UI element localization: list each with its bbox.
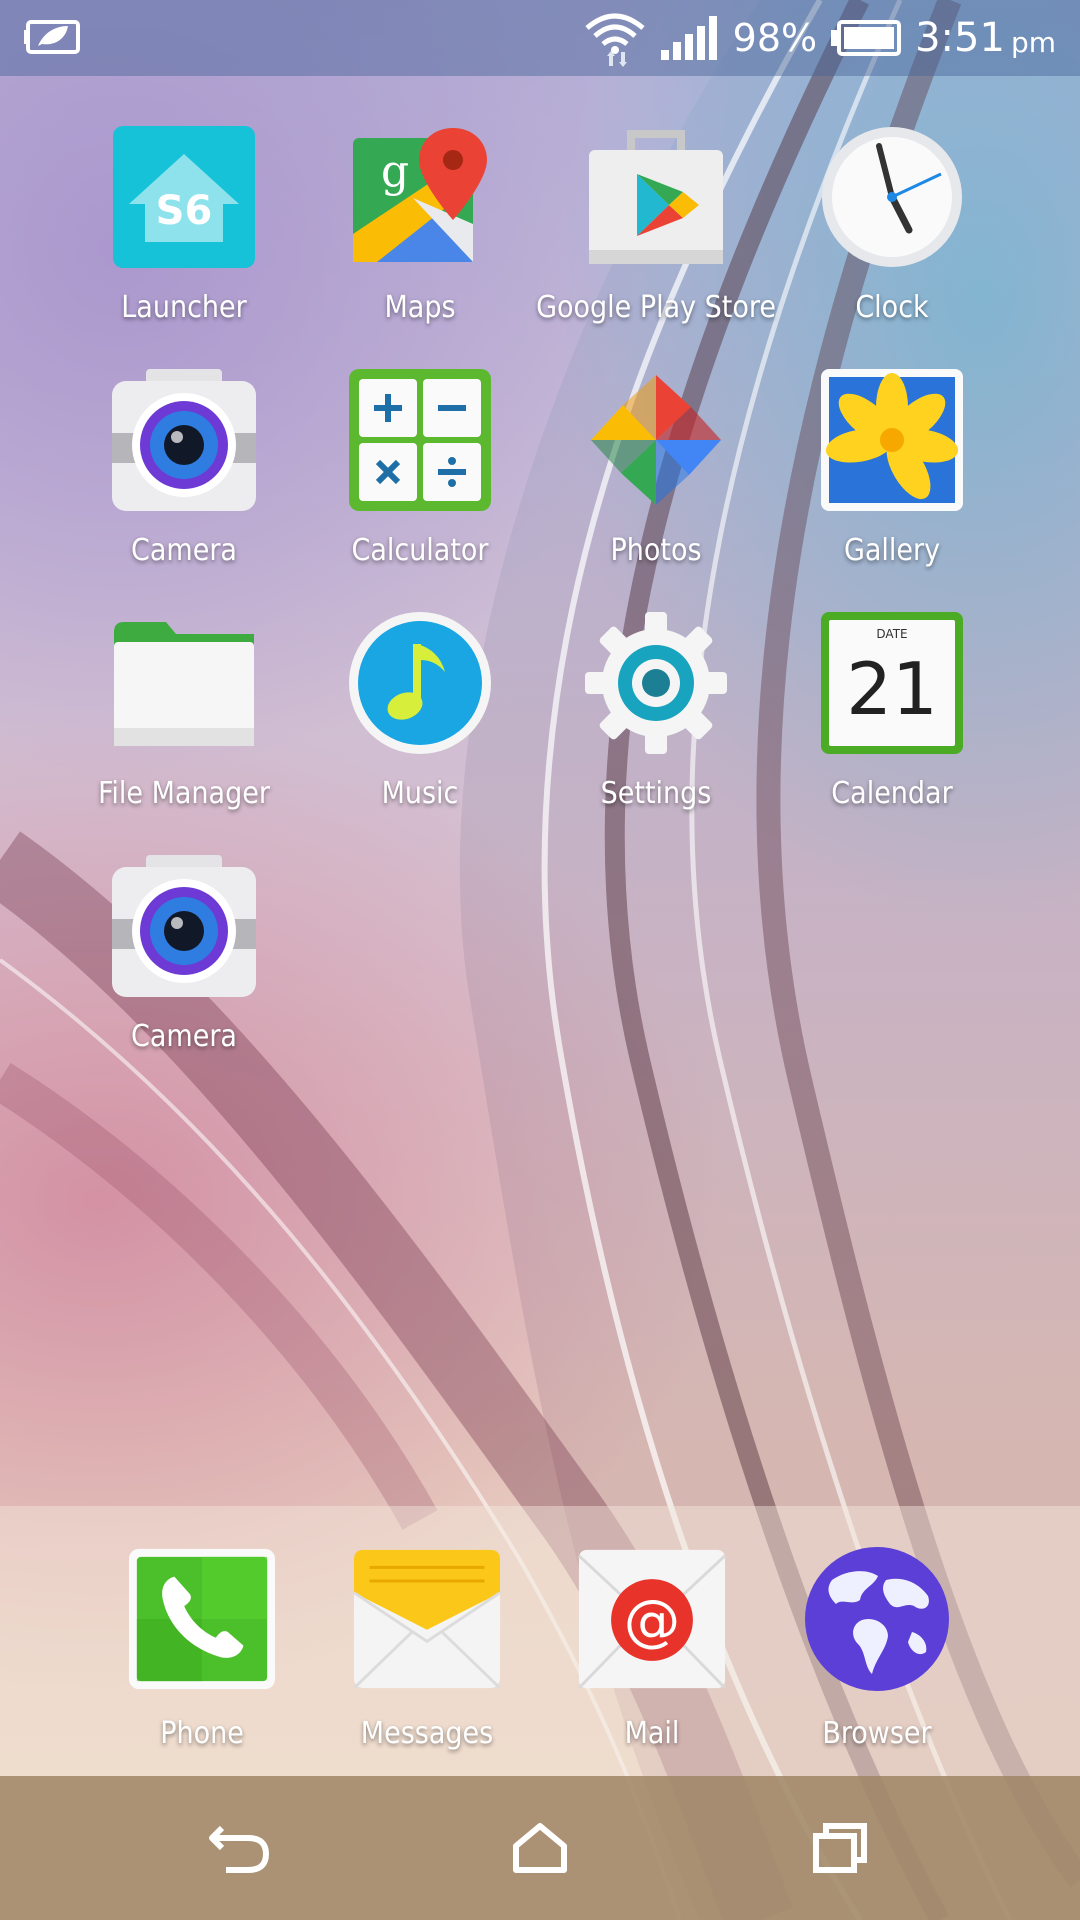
app-label: Camera	[131, 533, 237, 568]
app-file-manager[interactable]: File Manager	[66, 608, 302, 828]
clock-icon	[817, 122, 967, 272]
app-label: Photos	[610, 533, 702, 568]
app-music[interactable]: Music	[302, 608, 538, 828]
app-label: Google Play Store	[536, 290, 776, 325]
app-camera[interactable]: Camera	[66, 365, 302, 585]
clock-time: 3:51	[915, 15, 1005, 61]
launcher-icon-text: S6	[156, 188, 213, 234]
calendar-icon-day: 21	[846, 647, 938, 731]
signal-icon	[660, 16, 717, 60]
calendar-icon: DATE 21	[817, 608, 967, 758]
maps-icon: g	[345, 122, 495, 272]
calendar-icon-caption: DATE	[876, 627, 907, 641]
app-label: Browser	[822, 1716, 932, 1751]
home-icon	[513, 1823, 567, 1873]
dock: Phone Messages @ Mail Browser	[0, 1506, 1080, 1776]
photos-icon	[581, 365, 731, 515]
status-bar: 98% 3:51 pm	[0, 0, 1080, 76]
back-button[interactable]	[200, 1816, 280, 1880]
folder-icon	[109, 608, 259, 758]
mail-icon-at: @	[624, 1588, 680, 1653]
app-label: Maps	[384, 290, 456, 325]
app-label: Settings	[600, 776, 712, 811]
mail-icon: @	[577, 1544, 727, 1694]
app-label: Launcher	[121, 290, 247, 325]
app-gallery[interactable]: Gallery	[774, 365, 1010, 585]
recents-button[interactable]	[800, 1816, 880, 1880]
globe-icon	[802, 1544, 952, 1694]
phone-icon	[127, 1544, 277, 1694]
app-launcher[interactable]: S6 Launcher	[66, 122, 302, 342]
launcher-icon: S6	[109, 122, 259, 272]
music-icon	[345, 608, 495, 758]
svg-text:g: g	[381, 146, 409, 197]
camera-icon	[109, 365, 259, 515]
gallery-icon	[817, 365, 967, 515]
navigation-bar	[0, 1776, 1080, 1920]
app-play-store[interactable]: Google Play Store	[536, 122, 776, 342]
app-clock[interactable]: Clock	[774, 122, 1010, 342]
dock-phone[interactable]: Phone	[84, 1544, 320, 1784]
play-store-icon	[581, 122, 731, 272]
app-label: Calendar	[831, 776, 953, 811]
app-label: Clock	[855, 290, 929, 325]
camera-icon	[109, 851, 259, 1001]
messages-icon	[352, 1544, 502, 1694]
app-label: File Manager	[98, 776, 270, 811]
app-settings[interactable]: Settings	[538, 608, 774, 828]
app-photos[interactable]: Photos	[538, 365, 774, 585]
calculator-icon	[345, 365, 495, 515]
dock-messages[interactable]: Messages	[309, 1544, 545, 1784]
wifi-icon	[585, 13, 645, 67]
dock-browser[interactable]: Browser	[759, 1544, 995, 1784]
eco-battery-icon	[24, 20, 80, 54]
app-label: Camera	[131, 1019, 237, 1054]
battery-icon	[831, 20, 902, 56]
app-label: Phone	[160, 1716, 244, 1751]
app-camera-2[interactable]: Camera	[66, 851, 302, 1071]
app-calculator[interactable]: Calculator	[302, 365, 538, 585]
clock-ampm: pm	[1010, 25, 1056, 59]
app-label: Calculator	[351, 533, 489, 568]
dock-mail[interactable]: @ Mail	[534, 1544, 770, 1784]
app-label: Mail	[624, 1716, 680, 1751]
app-calendar[interactable]: DATE 21 Calendar	[774, 608, 1010, 828]
app-label: Messages	[360, 1716, 494, 1751]
recents-icon	[813, 1823, 867, 1873]
home-button[interactable]	[500, 1816, 580, 1880]
app-label: Music	[381, 776, 459, 811]
app-label: Gallery	[843, 533, 941, 568]
settings-icon	[581, 608, 731, 758]
back-icon	[209, 1825, 270, 1873]
app-maps[interactable]: g Maps	[302, 122, 538, 342]
battery-percent: 98%	[732, 16, 818, 60]
